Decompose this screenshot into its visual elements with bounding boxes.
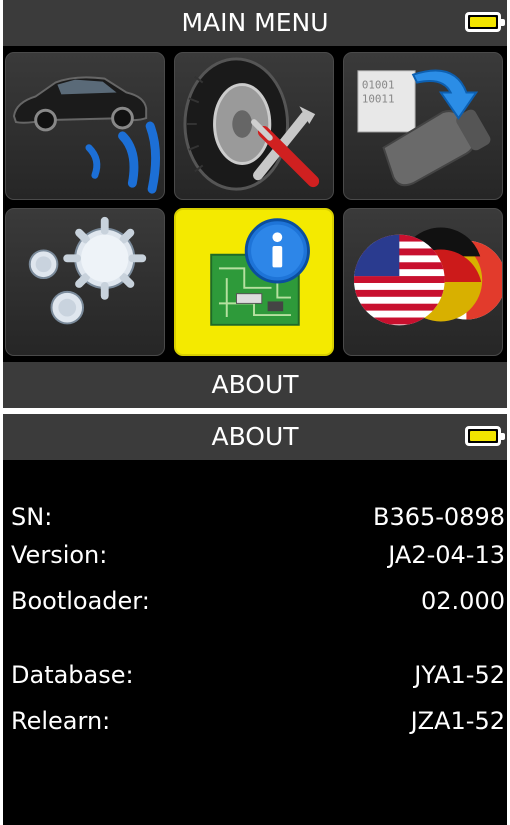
about-row-bootloader: Bootloader: 02.000 — [11, 584, 505, 618]
about-title: ABOUT — [211, 422, 299, 451]
tire-tools-icon — [183, 57, 320, 191]
main-menu-title-bar: MAIN MENU — [3, 0, 507, 46]
field-value: JA2-04-13 — [388, 541, 505, 569]
battery-fill — [470, 431, 496, 441]
about-screen: ABOUT SN: B365-0898 Version: JA2-04-13 B… — [3, 414, 507, 825]
field-value: 02.000 — [421, 587, 505, 615]
info-circuit-icon — [210, 218, 310, 326]
footer-label: ABOUT — [211, 370, 299, 399]
main-menu-title: MAIN MENU — [181, 8, 329, 37]
about-title-bar: ABOUT — [3, 414, 507, 460]
battery-icon — [465, 12, 505, 32]
field-label: Bootloader: — [11, 587, 150, 615]
field-value: B365-0898 — [372, 503, 505, 531]
about-row-relearn: Relearn: JZA1-52 — [11, 704, 505, 738]
about-row-version: Version: JA2-04-13 — [11, 538, 505, 572]
menu-tile-settings[interactable] — [5, 208, 165, 356]
menu-selection-label: ABOUT — [3, 362, 507, 408]
menu-tile-language[interactable] — [343, 208, 503, 356]
field-label: Database: — [11, 661, 134, 689]
field-label: Version: — [11, 541, 108, 569]
about-row-database: Database: JYA1-52 — [11, 658, 505, 692]
menu-tile-program[interactable]: 01001 10011 — [343, 52, 503, 200]
flags-icon — [353, 227, 502, 326]
sensor-download-icon: 01001 10011 — [357, 69, 491, 187]
menu-tile-activate[interactable] — [5, 52, 165, 200]
main-menu-screen: MAIN MENU 01001 10011 ABOUT — [3, 0, 507, 408]
svg-text:01001: 01001 — [362, 79, 395, 92]
gears-icon — [28, 216, 147, 325]
menu-tile-about[interactable] — [174, 208, 334, 356]
about-row-sn: SN: B365-0898 — [11, 500, 505, 534]
battery-fill — [470, 17, 496, 27]
field-value: JZA1-52 — [410, 707, 505, 735]
menu-tile-service[interactable] — [174, 52, 334, 200]
car-sensor-signal-icon — [12, 76, 161, 194]
field-label: Relearn: — [11, 707, 111, 735]
field-label: SN: — [11, 503, 53, 531]
battery-icon — [465, 426, 505, 446]
svg-text:10011: 10011 — [362, 92, 395, 105]
field-value: JYA1-52 — [414, 661, 505, 689]
